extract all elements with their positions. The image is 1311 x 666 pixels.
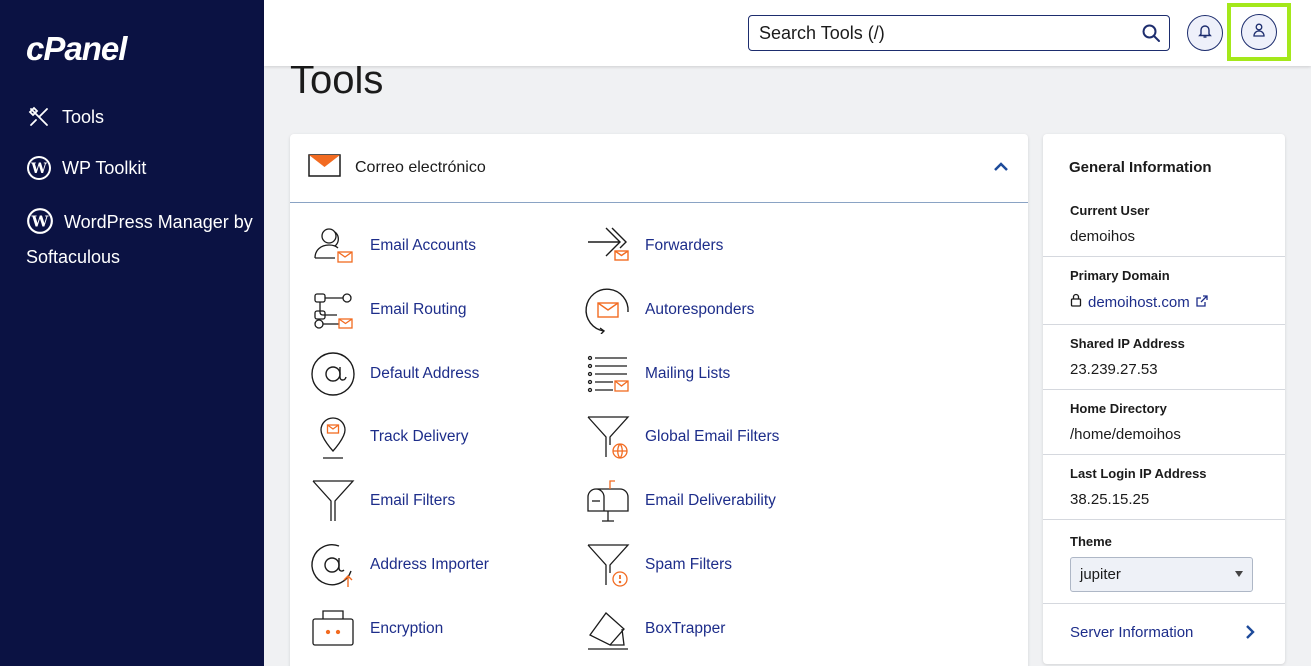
tool-label: Email Routing	[370, 301, 467, 318]
info-value: 38.25.15.25	[1070, 491, 1150, 508]
top-bar	[264, 0, 1311, 66]
info-label: Shared IP Address	[1070, 336, 1185, 351]
tool-label: Default Address	[370, 365, 480, 382]
tool-label: Global Email Filters	[645, 428, 780, 445]
bell-icon	[1197, 23, 1213, 44]
user-menu-button[interactable]	[1241, 14, 1277, 50]
info-label: Current User	[1070, 203, 1150, 218]
info-value: 23.239.27.53	[1070, 361, 1158, 378]
email-accounts-icon	[309, 222, 357, 270]
sidebar-item-tools[interactable]: Tools	[26, 104, 104, 130]
info-value: /home/demoihos	[1070, 426, 1181, 443]
lock-box-icon	[309, 605, 357, 653]
svg-text:W: W	[31, 213, 50, 231]
sidebar-item-label: Tools	[62, 106, 105, 127]
section-title: Correo electrónico	[355, 159, 486, 176]
tool-forwarders[interactable]: Forwarders	[584, 222, 723, 270]
tool-mailing-lists[interactable]: Mailing Lists	[584, 350, 730, 398]
info-home-directory	[1043, 390, 1285, 455]
tool-default-address[interactable]: Default Address	[309, 350, 479, 398]
tool-global-email-filters[interactable]: Global Email Filters	[584, 413, 779, 461]
info-label: Primary Domain	[1070, 268, 1170, 283]
tool-encryption[interactable]: Encryption	[309, 605, 443, 653]
tool-track-delivery[interactable]: Track Delivery	[309, 413, 468, 461]
search-icon[interactable]	[1141, 23, 1161, 48]
tool-label: Spam Filters	[645, 556, 732, 573]
tool-label: Forwarders	[645, 237, 724, 254]
email-section-panel: Correo electrónico Email Accounts Email …	[290, 134, 1028, 666]
chevron-up-icon[interactable]	[994, 159, 1008, 177]
info-label: Last Login IP Address	[1070, 466, 1207, 481]
global-filter-icon	[584, 413, 632, 461]
tool-email-accounts[interactable]: Email Accounts	[309, 222, 476, 270]
tool-label: Autoresponders	[645, 301, 755, 318]
tool-label: Encryption	[370, 620, 444, 637]
at-sign-icon	[309, 350, 357, 398]
cpanel-logo[interactable]: cPanel	[26, 30, 127, 68]
email-routing-icon	[309, 286, 357, 334]
sidebar-item-label: WordPress Manager by Softaculous	[26, 212, 253, 267]
info-shared-ip	[1043, 325, 1285, 390]
notifications-button[interactable]	[1187, 15, 1223, 51]
mailing-list-icon	[584, 350, 632, 398]
wordpress-icon: W	[26, 207, 54, 235]
info-label: Theme	[1070, 534, 1112, 549]
envelope-icon	[308, 153, 341, 183]
funnel-icon	[309, 477, 357, 525]
tool-label: Address Importer	[370, 556, 489, 573]
tool-label: Email Accounts	[370, 237, 476, 254]
user-menu-highlight[interactable]	[1227, 3, 1291, 61]
tool-label: Email Filters	[370, 492, 456, 509]
info-label: Home Directory	[1070, 401, 1167, 416]
svg-text:W: W	[30, 161, 47, 177]
info-last-login	[1043, 455, 1285, 520]
email-section-header[interactable]: Correo electrónico	[290, 134, 1028, 203]
at-upload-icon	[309, 541, 357, 589]
tool-email-filters[interactable]: Email Filters	[309, 477, 455, 525]
tool-boxtrapper[interactable]: BoxTrapper	[584, 605, 725, 653]
general-information-panel: General Information Current User demoiho…	[1043, 134, 1285, 664]
spam-filter-icon	[584, 541, 632, 589]
mailbox-icon	[584, 477, 632, 525]
info-value: demoihost.com	[1088, 293, 1190, 311]
wordpress-icon: W	[26, 155, 52, 181]
server-information-link[interactable]: Server Information	[1070, 624, 1193, 641]
tool-address-importer[interactable]: Address Importer	[309, 541, 489, 589]
autoresponder-icon	[584, 286, 632, 334]
search-input[interactable]	[759, 22, 1129, 44]
search-box[interactable]	[748, 15, 1170, 51]
user-icon	[1251, 22, 1267, 43]
sidebar-item-wp-toolkit[interactable]: W WP Toolkit	[26, 155, 146, 181]
tool-spam-filters[interactable]: Spam Filters	[584, 541, 732, 589]
tool-label: BoxTrapper	[645, 620, 726, 637]
sidebar-item-wordpress-manager[interactable]: W WordPress Manager by Softaculous	[26, 205, 256, 275]
theme-value: jupiter	[1080, 566, 1121, 583]
forward-arrow-icon	[584, 222, 632, 270]
sidebar-item-label: WP Toolkit	[62, 157, 147, 178]
theme-select[interactable]: jupiter	[1070, 557, 1253, 592]
sidebar: cPanel Tools W WP Toolkit W WordPress Ma…	[0, 0, 264, 666]
tool-autoresponders[interactable]: Autoresponders	[584, 286, 754, 334]
lock-icon	[1070, 293, 1082, 311]
chevron-right-icon[interactable]	[1245, 624, 1255, 645]
tool-label: Email Deliverability	[645, 492, 776, 509]
tool-label: Mailing Lists	[645, 365, 731, 382]
primary-domain-link[interactable]: demoihost.com	[1070, 293, 1208, 311]
tool-email-routing[interactable]: Email Routing	[309, 286, 467, 334]
external-link-icon	[1196, 294, 1208, 311]
tools-icon	[26, 104, 52, 130]
info-value: demoihos	[1070, 228, 1136, 245]
tool-label: Track Delivery	[370, 428, 469, 445]
tool-email-deliverability[interactable]: Email Deliverability	[584, 477, 776, 525]
location-pin-icon	[309, 413, 357, 461]
dropdown-arrow-icon	[1235, 571, 1243, 577]
box-trap-icon	[584, 605, 632, 653]
